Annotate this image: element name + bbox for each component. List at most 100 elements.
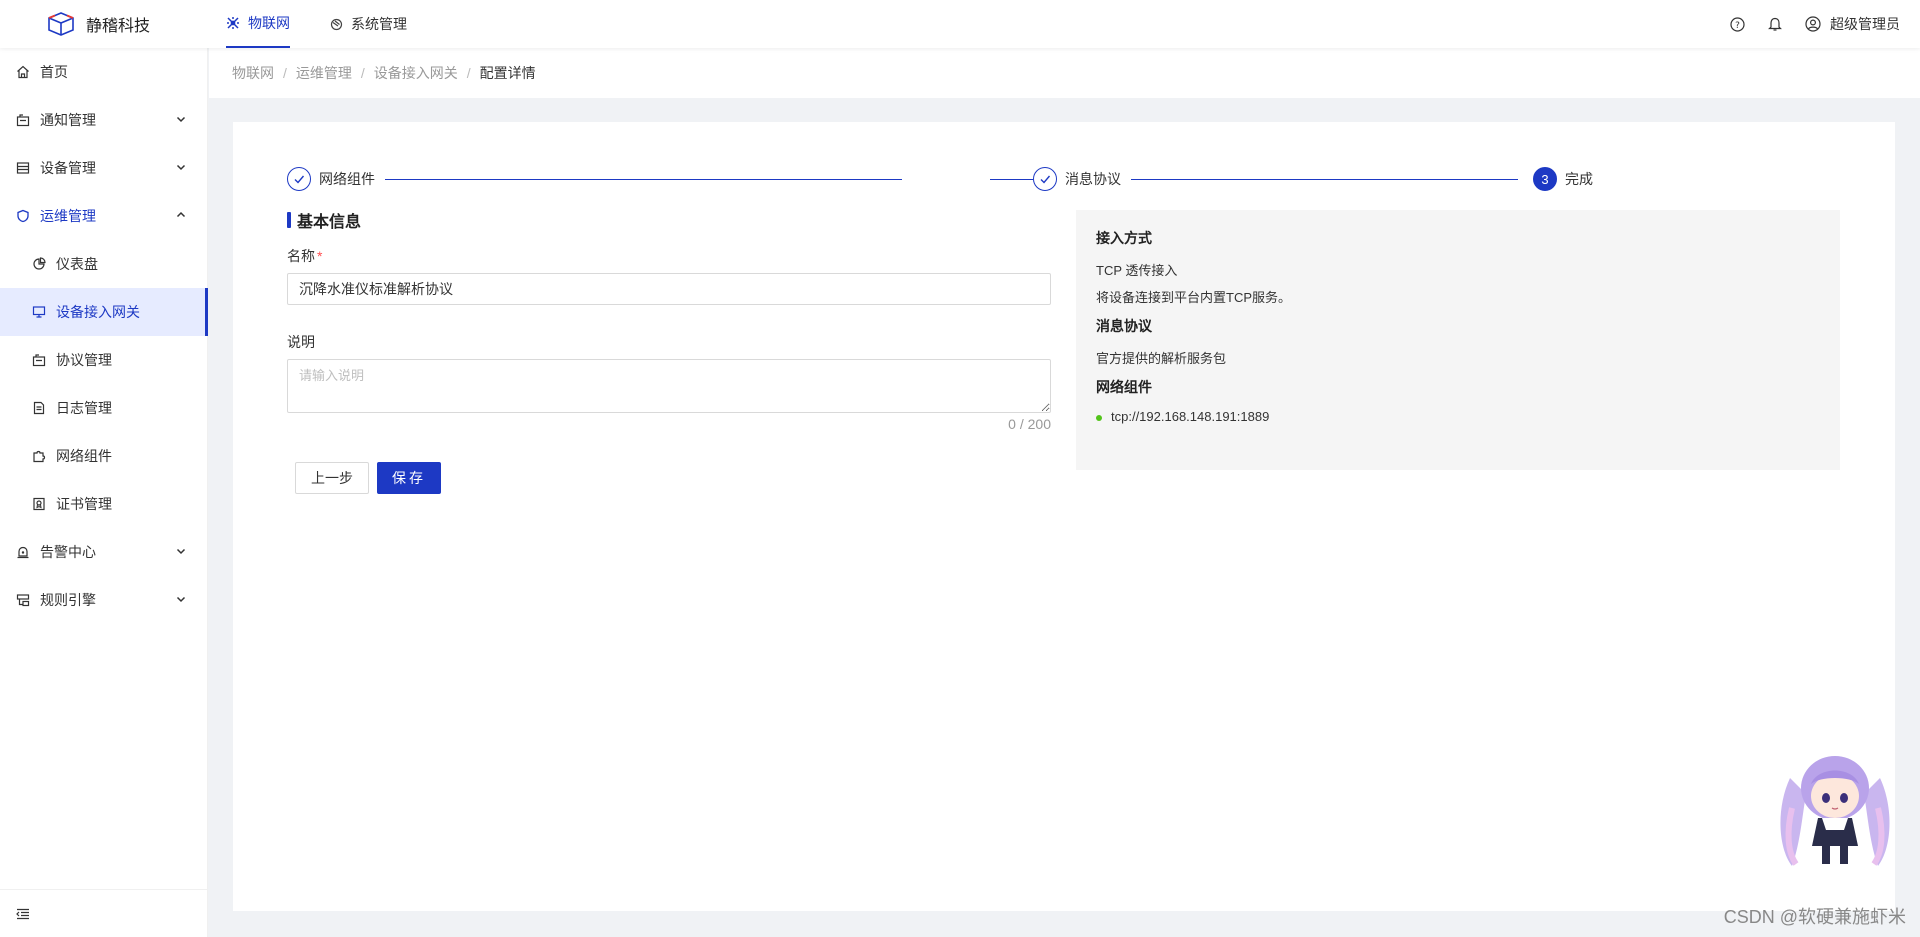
sidebar-item-dashboard[interactable]: 仪表盘: [0, 240, 207, 288]
description-counter: 0 / 200: [1008, 416, 1051, 432]
check-icon: [1033, 167, 1057, 191]
protocol-title: 消息协议: [1096, 318, 1152, 334]
top-bar: 静稽科技 物联网 系统管理 ? 超级管理员: [0, 0, 1920, 48]
description-textarea[interactable]: [287, 359, 1051, 413]
step-protocol[interactable]: 消息协议: [1033, 166, 1131, 192]
chevron-down-icon: [175, 545, 187, 557]
sidebar-item-label: 协议管理: [56, 352, 112, 368]
cube-logo-icon: [48, 12, 74, 36]
rule-engine-icon: [16, 593, 30, 607]
top-nav: 物联网 系统管理: [226, 0, 447, 48]
sidebar-item-label: 运维管理: [40, 208, 96, 224]
mascot-image: [1780, 756, 1890, 866]
sidebar-item-label: 规则引擎: [40, 592, 96, 608]
access-title: 接入方式: [1096, 230, 1152, 246]
sidebar-item-logs[interactable]: 日志管理: [0, 384, 207, 432]
sidebar-item-label: 通知管理: [40, 112, 96, 128]
topnav-system-label: 系统管理: [351, 16, 407, 32]
network-address: tcp://192.168.148.191:1889: [1111, 409, 1270, 424]
sidebar-item-rule-engine[interactable]: 规则引擎: [0, 576, 207, 624]
name-input[interactable]: [287, 273, 1051, 305]
chevron-up-icon: [175, 209, 187, 221]
sidebar-item-alarm[interactable]: 告警中心: [0, 528, 207, 576]
breadcrumb-operations[interactable]: 运维管理: [296, 63, 352, 83]
breadcrumb: 物联网 / 运维管理 / 设备接入网关 / 配置详情: [209, 48, 1920, 98]
step-network[interactable]: 网络组件: [287, 166, 385, 192]
sidebar-item-device[interactable]: 设备管理: [0, 144, 207, 192]
user-avatar-icon: [1805, 16, 1821, 32]
sidebar: 首页 通知管理 设备管理 运维管理 仪表盘 设备接入网关 协议管理 日志管理 网…: [0, 48, 208, 937]
sidebar-item-operations[interactable]: 运维管理: [0, 192, 207, 240]
menu-fold-icon[interactable]: [16, 907, 30, 921]
sidebar-item-label: 告警中心: [40, 544, 96, 560]
user-name: 超级管理员: [1830, 16, 1900, 32]
app-name: 静稽科技: [86, 18, 151, 35]
name-label: 名称 *: [287, 246, 322, 266]
step-label: 完成: [1565, 171, 1593, 187]
status-dot: [1096, 414, 1102, 421]
section-title-text: 基本信息: [297, 214, 362, 231]
system-icon: [330, 18, 343, 31]
name-label-text: 名称: [287, 248, 315, 264]
breadcrumb-current: 配置详情: [479, 65, 536, 81]
iot-icon: [226, 16, 240, 30]
chevron-down-icon: [175, 161, 187, 173]
help-icon[interactable]: ?: [1729, 16, 1745, 32]
sidebar-item-label: 证书管理: [56, 496, 112, 512]
step-label: 网络组件: [319, 171, 375, 187]
sidebar-item-label: 网络组件: [56, 448, 112, 464]
access-type: TCP 透传接入: [1096, 263, 1178, 278]
alarm-icon: [16, 545, 30, 559]
logo[interactable]: 静稽科技: [0, 11, 210, 37]
step-finish[interactable]: 3 完成: [1527, 166, 1593, 192]
bell-icon[interactable]: [1767, 16, 1783, 32]
sidebar-item-notification[interactable]: 通知管理: [0, 96, 207, 144]
sidebar-item-home[interactable]: 首页: [0, 48, 207, 96]
home-icon: [16, 65, 30, 79]
step-label: 消息协议: [1065, 171, 1121, 187]
user-menu[interactable]: 超级管理员: [1805, 14, 1900, 34]
breadcrumb-iot[interactable]: 物联网: [232, 63, 274, 83]
breadcrumb-separator: /: [283, 65, 287, 81]
breadcrumb-gateway[interactable]: 设备接入网关: [374, 63, 458, 83]
prev-step-button[interactable]: 上一步: [295, 462, 369, 494]
sidebar-item-label: 仪表盘: [56, 256, 98, 272]
topnav-iot[interactable]: 物联网: [226, 0, 290, 48]
certificate-icon: [32, 497, 46, 511]
check-icon: [287, 167, 311, 191]
notification-icon: [16, 113, 30, 127]
operations-shield-icon: [16, 209, 30, 223]
description-label: 说明: [287, 334, 315, 350]
breadcrumb-separator: /: [466, 65, 471, 81]
network-title: 网络组件: [1096, 379, 1152, 395]
sidebar-item-gateway[interactable]: 设备接入网关: [0, 288, 208, 336]
required-mark: *: [317, 248, 323, 264]
sidebar-item-network[interactable]: 网络组件: [0, 432, 207, 480]
pie-chart-icon: [32, 257, 46, 271]
sidebar-item-label: 首页: [40, 64, 68, 80]
access-desc: 将设备连接到平台内置TCP服务。: [1096, 290, 1292, 305]
save-button[interactable]: 保存: [377, 462, 441, 494]
step-number: 3: [1533, 167, 1557, 191]
sidebar-item-protocol[interactable]: 协议管理: [0, 336, 207, 384]
protocol-icon: [32, 353, 46, 367]
topnav-system[interactable]: 系统管理: [330, 0, 407, 48]
step-connector: [384, 179, 902, 180]
sidebar-item-certificate[interactable]: 证书管理: [0, 480, 207, 528]
topbar-actions: ? 超级管理员: [1707, 14, 1920, 34]
breadcrumb-separator: /: [360, 65, 365, 81]
sidebar-item-label: 日志管理: [56, 400, 112, 416]
file-icon: [32, 401, 46, 415]
puzzle-icon: [32, 449, 46, 463]
watermark: CSDN @软硬兼施虾米: [1723, 907, 1906, 927]
sidebar-item-label: 设备接入网关: [56, 304, 140, 320]
monitor-icon: [32, 305, 46, 319]
sidebar-footer: [0, 889, 207, 937]
steps: 网络组件 消息协议 3 完成: [287, 166, 1616, 192]
topnav-iot-label: 物联网: [248, 15, 290, 31]
svg-text:?: ?: [1735, 21, 1740, 31]
section-title: 基本信息: [287, 208, 361, 232]
chevron-down-icon: [175, 113, 187, 125]
device-icon: [16, 161, 30, 175]
config-detail-card: 网络组件 消息协议 3 完成 基本信息 名称* 说明 0 / 200 上一步 保…: [233, 122, 1895, 911]
